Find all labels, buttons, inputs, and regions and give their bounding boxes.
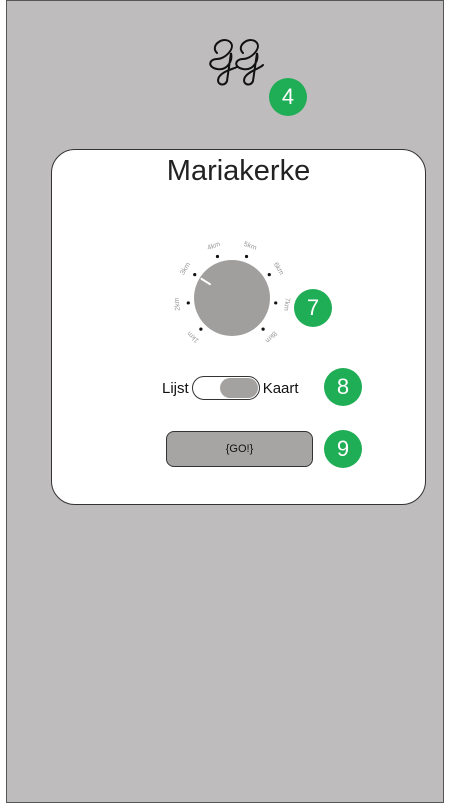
dial-label: 7km bbox=[282, 297, 290, 311]
annotation-badge-dial: 7 bbox=[294, 289, 332, 327]
toggle-label-list[interactable]: Lijst bbox=[162, 380, 189, 397]
go-button[interactable]: {GO!} bbox=[166, 431, 313, 467]
view-toggle-switch[interactable] bbox=[191, 376, 260, 400]
dial-tick bbox=[274, 301, 278, 305]
dial-label: 6km bbox=[272, 261, 285, 276]
search-card: Mariakerke 1km 2km 3km 4km 5km 6km 7km 8km 7 Li… bbox=[51, 149, 426, 505]
dial-label: 3km bbox=[179, 261, 192, 276]
dial-tick bbox=[244, 254, 249, 259]
app-screen: 4 Mariakerke 1km 2km 3km 4km 5km 6km 7km 8km 7 … bbox=[6, 0, 444, 803]
toggle-knob[interactable] bbox=[219, 378, 258, 398]
dial-label: 8km bbox=[263, 329, 277, 343]
dial-tick bbox=[267, 272, 271, 277]
location-title: Mariakerke bbox=[166, 155, 311, 187]
toggle-label-map[interactable]: Kaart bbox=[263, 380, 299, 397]
dial-tick bbox=[199, 327, 203, 331]
dial-tick bbox=[215, 254, 220, 259]
annotation-badge-go: 9 bbox=[324, 430, 362, 468]
view-toggle-row: Lijst Kaart bbox=[162, 374, 299, 402]
dial-tick bbox=[186, 301, 190, 305]
dial-knob[interactable] bbox=[194, 260, 270, 336]
annotation-badge-toggle: 8 bbox=[324, 368, 362, 406]
gg-logo bbox=[209, 39, 264, 86]
dial-label: 5km bbox=[243, 241, 258, 252]
dial-label: 2km bbox=[173, 297, 181, 311]
dial-label: 1km bbox=[186, 329, 200, 343]
distance-dial[interactable]: 1km 2km 3km 4km 5km 6km 7km 8km bbox=[162, 228, 302, 348]
dial-label: 4km bbox=[207, 241, 222, 252]
dial-tick bbox=[261, 327, 265, 331]
dial-tick bbox=[193, 272, 197, 277]
annotation-badge-logo: 4 bbox=[269, 78, 307, 116]
